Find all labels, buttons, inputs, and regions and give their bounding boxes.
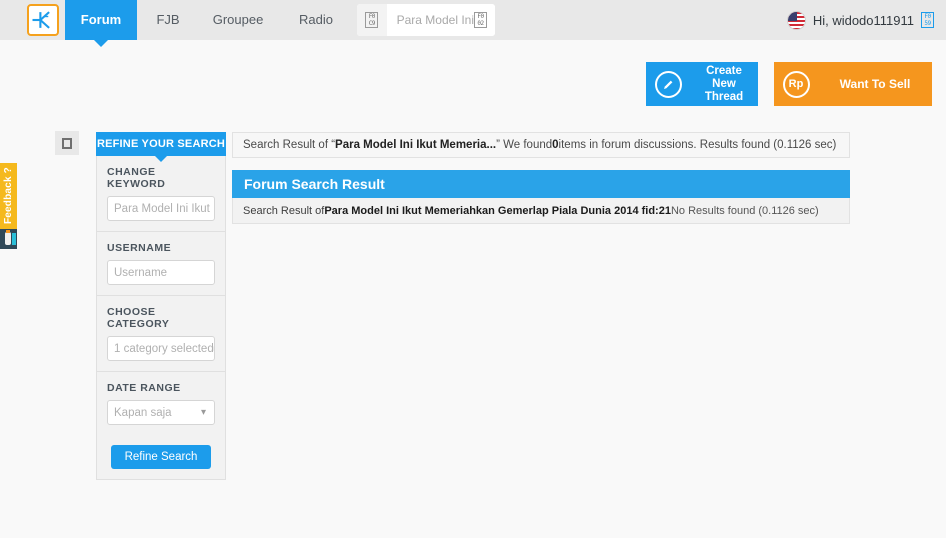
- nav-tab-forum[interactable]: Forum: [65, 0, 137, 47]
- global-search: F0 C9 Para Model Ini F0 02: [357, 4, 495, 36]
- category-select[interactable]: 1 category selected ▸: [107, 336, 215, 361]
- forum-search-result-panel: Forum Search Result Search Result of Par…: [232, 170, 850, 224]
- want-to-sell-button[interactable]: Rp Want To Sell: [774, 62, 932, 106]
- kaskus-logo[interactable]: [27, 4, 59, 36]
- broken-image-icon[interactable]: [55, 131, 79, 155]
- rupiah-circle-icon: Rp: [774, 62, 818, 106]
- pencil-circle-icon: [646, 62, 690, 106]
- refine-search-submit-wrap: Refine Search: [97, 435, 225, 471]
- create-new-thread-label: Create New Thread: [690, 62, 758, 106]
- feedback-tab-label: Feedback ?: [3, 167, 14, 225]
- date-range-select[interactable]: Kapan saja ▾: [107, 400, 215, 425]
- nav-tab-groupee-label: Groupee: [212, 12, 264, 27]
- date-range-label: DATE RANGE: [107, 382, 181, 394]
- summary-suffix: items in forum discussions. Results foun…: [558, 139, 837, 151]
- date-range-select-value: Kapan saja: [114, 406, 172, 419]
- summary-prefix: Search Result of “: [243, 139, 336, 151]
- row-query: Para Model Ini Ikut Memeriahkan Gemerlap…: [324, 204, 671, 217]
- nav-tab-radio[interactable]: Radio: [277, 0, 355, 40]
- refine-search-header-label: REFINE YOUR SEARCH: [96, 138, 226, 150]
- refine-search-sidebar: REFINE YOUR SEARCH CHANGE KEYWORD Para M…: [96, 132, 226, 480]
- section-change-keyword: CHANGE KEYWORD Para Model Ini Ikut M: [97, 156, 225, 232]
- help-icon[interactable]: F0 59: [921, 12, 934, 28]
- keyword-input[interactable]: Para Model Ini Ikut M: [107, 196, 215, 221]
- refine-search-body: CHANGE KEYWORD Para Model Ini Ikut M USE…: [96, 156, 226, 480]
- us-flag-icon[interactable]: [786, 10, 806, 30]
- nav-tab-radio-label: Radio: [299, 12, 333, 27]
- keyword-input-value: Para Model Ini Ikut M: [114, 202, 215, 215]
- section-choose-category: CHOOSE CATEGORY 1 category selected ▸: [97, 296, 225, 372]
- forum-search-result-row: Search Result of Para Model Ini Ikut Mem…: [232, 198, 850, 224]
- result-summary-bar: Search Result of “Para Model Ini Ikut Me…: [232, 132, 850, 158]
- section-date-range: DATE RANGE Kapan saja ▾: [97, 372, 225, 435]
- chevron-right-icon: ▸: [214, 343, 215, 354]
- chevron-down-icon: ▾: [200, 407, 206, 418]
- change-keyword-label: CHANGE KEYWORD: [107, 166, 166, 190]
- feedback-bulb-icon[interactable]: [0, 229, 17, 249]
- nav-tab-fjb-label: FJB: [156, 12, 180, 27]
- row-suffix: No Results found (0.1126 sec): [670, 204, 819, 217]
- search-input-value: Para Model Ini: [396, 13, 474, 27]
- nav-tab-fjb[interactable]: FJB: [137, 0, 199, 40]
- want-to-sell-label: Want To Sell: [818, 62, 932, 106]
- refine-search-header[interactable]: REFINE YOUR SEARCH: [96, 132, 226, 162]
- forum-search-result-title: Forum Search Result: [232, 170, 850, 198]
- username-input-placeholder: Username: [114, 266, 168, 279]
- create-new-thread-button[interactable]: Create New Thread: [646, 62, 758, 106]
- search-icon[interactable]: F0 02: [474, 12, 487, 28]
- nav-tab-groupee[interactable]: Groupee: [199, 0, 277, 40]
- header-pointer-icon: [155, 156, 167, 162]
- refine-search-button[interactable]: Refine Search: [110, 445, 212, 469]
- kaskus-logo-glyph: [32, 11, 50, 29]
- summary-query: Para Model Ini Ikut Memeria...: [335, 139, 497, 151]
- username-label: USERNAME: [107, 242, 172, 254]
- search-category-button[interactable]: F0 C9: [357, 4, 387, 36]
- search-input[interactable]: Para Model Ini F0 02: [386, 4, 495, 36]
- category-select-value: 1 category selected: [114, 342, 214, 355]
- user-greeting: Hi, widodo111911: [812, 12, 914, 28]
- nav-tab-forum-label: Forum: [80, 12, 122, 27]
- username-input[interactable]: Username: [107, 260, 215, 285]
- row-prefix: Search Result of: [243, 204, 325, 217]
- active-tab-pointer-icon: [94, 40, 108, 47]
- section-username: USERNAME Username: [97, 232, 225, 296]
- summary-middle: ” We found: [496, 139, 553, 151]
- top-navigation-bar: Forum FJB Groupee Radio F0 C9 Para Model…: [0, 0, 946, 47]
- feedback-tab[interactable]: Feedback ?: [0, 163, 17, 229]
- search-results-area: Search Result of “Para Model Ini Ikut Me…: [232, 132, 850, 224]
- user-menu[interactable]: Hi, widodo111911 F0 59: [786, 0, 934, 40]
- choose-category-label: CHOOSE CATEGORY: [107, 306, 170, 330]
- list-icon: F0 C9: [365, 12, 379, 28]
